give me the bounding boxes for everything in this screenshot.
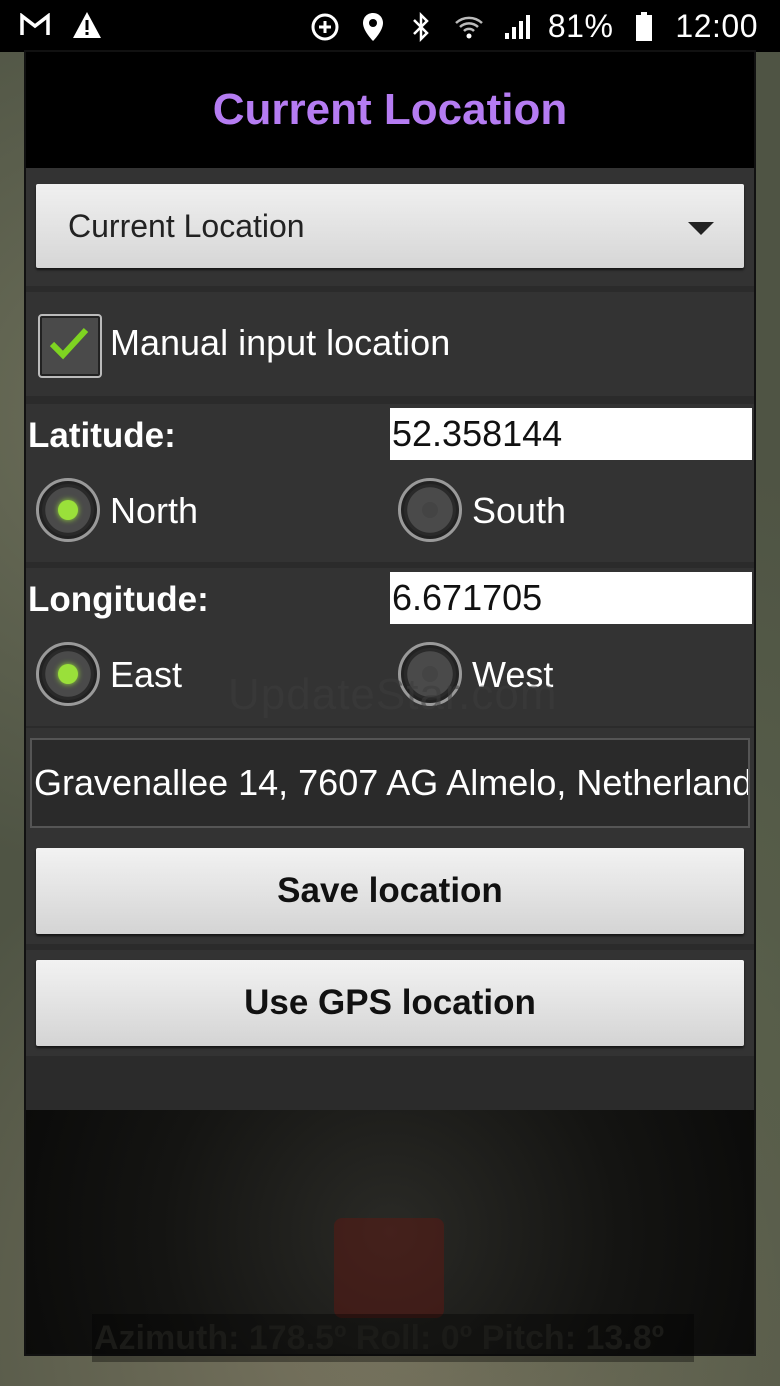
manual-input-row: Manual input location: [26, 292, 754, 396]
checkmark-icon: [49, 327, 89, 360]
bluetooth-icon: [404, 10, 438, 44]
gmail-icon: [18, 8, 52, 42]
dialog-title: Current Location: [212, 85, 568, 134]
battery-icon: [627, 10, 661, 44]
address-text: Gravenallee 14, 7607 AG Almelo, Netherla…: [34, 762, 750, 803]
dialog-title-bar: Current Location: [26, 52, 754, 168]
south-label[interactable]: South: [472, 490, 566, 532]
longitude-label: Longitude:: [28, 580, 209, 619]
address-wrap: Gravenallee 14, 7607 AG Almelo, Netherla…: [26, 728, 754, 838]
east-radio[interactable]: [36, 642, 100, 706]
dropdown-arrow-icon: [688, 222, 714, 235]
north-label[interactable]: North: [110, 490, 198, 532]
save-button-wrap: Save location: [26, 838, 754, 944]
radio-dot: [58, 500, 78, 520]
orientation-readout: Azimuth: 178.5º Roll: 0º Pitch: 13.8º: [92, 1314, 694, 1362]
save-location-button[interactable]: Save location: [36, 848, 744, 934]
camera-preview: Azimuth: 178.5º Roll: 0º Pitch: 13.8º: [26, 1110, 754, 1362]
signal-icon: [500, 10, 534, 44]
gps-button-wrap: Use GPS location: [26, 950, 754, 1056]
manual-input-label[interactable]: Manual input location: [110, 322, 450, 364]
longitude-input[interactable]: 6.671705: [390, 572, 752, 624]
radio-dot: [422, 502, 438, 518]
target-marker: [334, 1218, 444, 1318]
radio-dot: [58, 664, 78, 684]
north-radio[interactable]: [36, 478, 100, 542]
latitude-label: Latitude:: [28, 416, 176, 455]
battery-percent: 81%: [547, 8, 614, 44]
watermark: UpdateStar.com: [228, 670, 558, 719]
south-radio[interactable]: [398, 478, 462, 542]
location-select-value: Current Location: [68, 207, 305, 244]
manual-input-checkbox[interactable]: [38, 314, 102, 378]
location-select[interactable]: Current Location: [36, 184, 744, 268]
data-saver-icon: [308, 10, 342, 44]
status-bar: 81% 12:00: [0, 0, 780, 52]
clock: 12:00: [675, 8, 758, 44]
dialog-content: Current Location Manual input location L…: [26, 168, 754, 1110]
location-select-wrap: Current Location: [26, 168, 754, 286]
address-field[interactable]: Gravenallee 14, 7607 AG Almelo, Netherla…: [30, 738, 750, 828]
east-label[interactable]: East: [110, 654, 182, 696]
warning-icon: [70, 8, 104, 42]
wifi-icon: [452, 10, 486, 44]
use-gps-location-button[interactable]: Use GPS location: [36, 960, 744, 1046]
latitude-input[interactable]: 52.358144: [390, 408, 752, 460]
latitude-block: Latitude: 52.358144 North South: [26, 404, 754, 562]
location-icon: [356, 10, 390, 44]
